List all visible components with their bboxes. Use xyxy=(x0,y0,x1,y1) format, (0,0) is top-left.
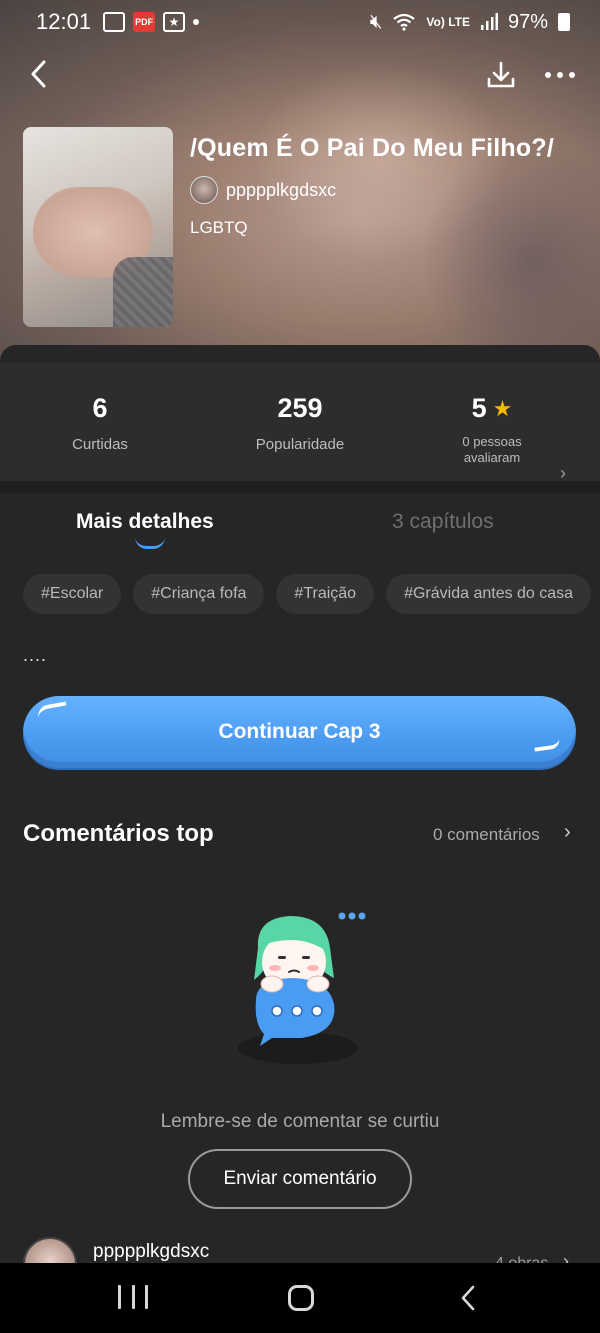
stat-rating: 5 ★ 0 pessoas avaliaram xyxy=(402,393,582,466)
cover-fabric-shape xyxy=(113,257,173,327)
popularity-label: Popularidade xyxy=(255,436,345,453)
continue-reading-button[interactable]: Continuar Cap 3 xyxy=(23,696,576,768)
author-card-name: ppppplkgdsxc xyxy=(93,1241,210,1262)
star-icon: ★ xyxy=(492,395,513,421)
tag-chip[interactable]: #Grávida antes do casa xyxy=(386,574,592,614)
story-description: .... xyxy=(23,645,48,665)
wifi-icon xyxy=(393,13,416,31)
pdf-notification-icon: PDF xyxy=(133,12,156,32)
battery-percent: 97% xyxy=(507,10,548,33)
mute-icon: 🔇︎ xyxy=(369,10,383,33)
empty-comments-illustration xyxy=(238,912,366,1064)
comments-section-title: Comentários top xyxy=(23,820,214,847)
system-navigation-bar xyxy=(0,1263,600,1333)
signal-icon xyxy=(480,13,498,30)
author-link[interactable]: ppppplkgdsxc xyxy=(190,176,336,204)
star-notification-icon: ★ xyxy=(163,12,186,32)
likes-label: Curtidas xyxy=(72,436,128,453)
top-navigation xyxy=(0,52,600,98)
story-title: /Quem É O Pai Do Meu Filho?/ xyxy=(190,134,554,162)
tag-chip[interactable]: #Criança fofa xyxy=(133,574,265,614)
section-divider xyxy=(0,481,600,493)
popularity-value: 259 xyxy=(277,393,323,423)
author-name: ppppplkgdsxc xyxy=(226,179,337,200)
chevron-right-icon[interactable]: › xyxy=(564,821,571,844)
book-cover xyxy=(23,127,173,327)
recent-apps-button[interactable] xyxy=(118,1285,148,1311)
button-gloss xyxy=(36,701,68,719)
recent-apps-icon xyxy=(145,1285,148,1309)
tab-details[interactable]: Mais detalhes xyxy=(76,510,214,534)
notification-icons: PDF ★ xyxy=(103,12,200,32)
system-icons: 🔇︎ Vo) LTE 97% xyxy=(370,11,570,34)
system-back-button[interactable] xyxy=(454,1283,484,1313)
download-icon xyxy=(487,61,515,88)
status-bar: 12:01 PDF ★ 🔇︎ Vo) LTE 97% xyxy=(0,0,600,44)
chevron-left-icon xyxy=(31,60,46,88)
stats-panel[interactable]: 6 Curtidas 259 Popularidade 5 ★ 0 pessoas… xyxy=(0,363,600,483)
continue-reading-label: Continuar Cap 3 xyxy=(218,720,381,743)
volte-icon: Vo) LTE xyxy=(426,14,470,29)
author-avatar xyxy=(190,176,218,204)
button-gloss xyxy=(533,738,561,752)
stat-likes: 6 Curtidas xyxy=(10,393,190,453)
battery-icon xyxy=(558,13,570,31)
likes-value: 6 xyxy=(92,393,108,423)
recent-apps-icon xyxy=(131,1285,135,1309)
genre-label[interactable]: LGBTQ xyxy=(190,218,248,238)
empty-comments-text: Lembre-se de comentar se curtiu xyxy=(160,1111,440,1132)
rating-label: 0 pessoas avaliaram xyxy=(462,434,522,465)
more-dots-icon xyxy=(545,72,575,78)
status-time: 12:01 xyxy=(36,9,92,34)
active-tab-indicator xyxy=(135,537,165,549)
stat-popularity: 259 Popularidade xyxy=(210,393,390,453)
tag-chip[interactable]: #Traição xyxy=(276,574,375,614)
tag-chip[interactable]: #Escolar xyxy=(23,574,122,614)
more-notifications-dot-icon xyxy=(193,19,200,25)
rating-value: 5 xyxy=(471,393,487,423)
comments-count-link[interactable]: 0 comentários xyxy=(433,825,540,845)
home-button[interactable] xyxy=(288,1285,314,1311)
gallery-notification-icon xyxy=(103,12,126,32)
send-comment-button[interactable]: Enviar comentário xyxy=(188,1149,412,1209)
more-options-button[interactable] xyxy=(540,56,580,94)
back-button[interactable] xyxy=(20,56,56,92)
download-button[interactable] xyxy=(482,56,520,94)
recent-apps-icon xyxy=(118,1285,121,1309)
tags-list: #Escolar #Criança fofa #Traição #Grávida… xyxy=(23,574,600,616)
tab-chapters[interactable]: 3 capítulos xyxy=(392,510,494,534)
details-sheet: 6 Curtidas 259 Popularidade 5 ★ 0 pessoas… xyxy=(0,345,600,1275)
pdf-badge-label: PDF xyxy=(135,17,154,27)
